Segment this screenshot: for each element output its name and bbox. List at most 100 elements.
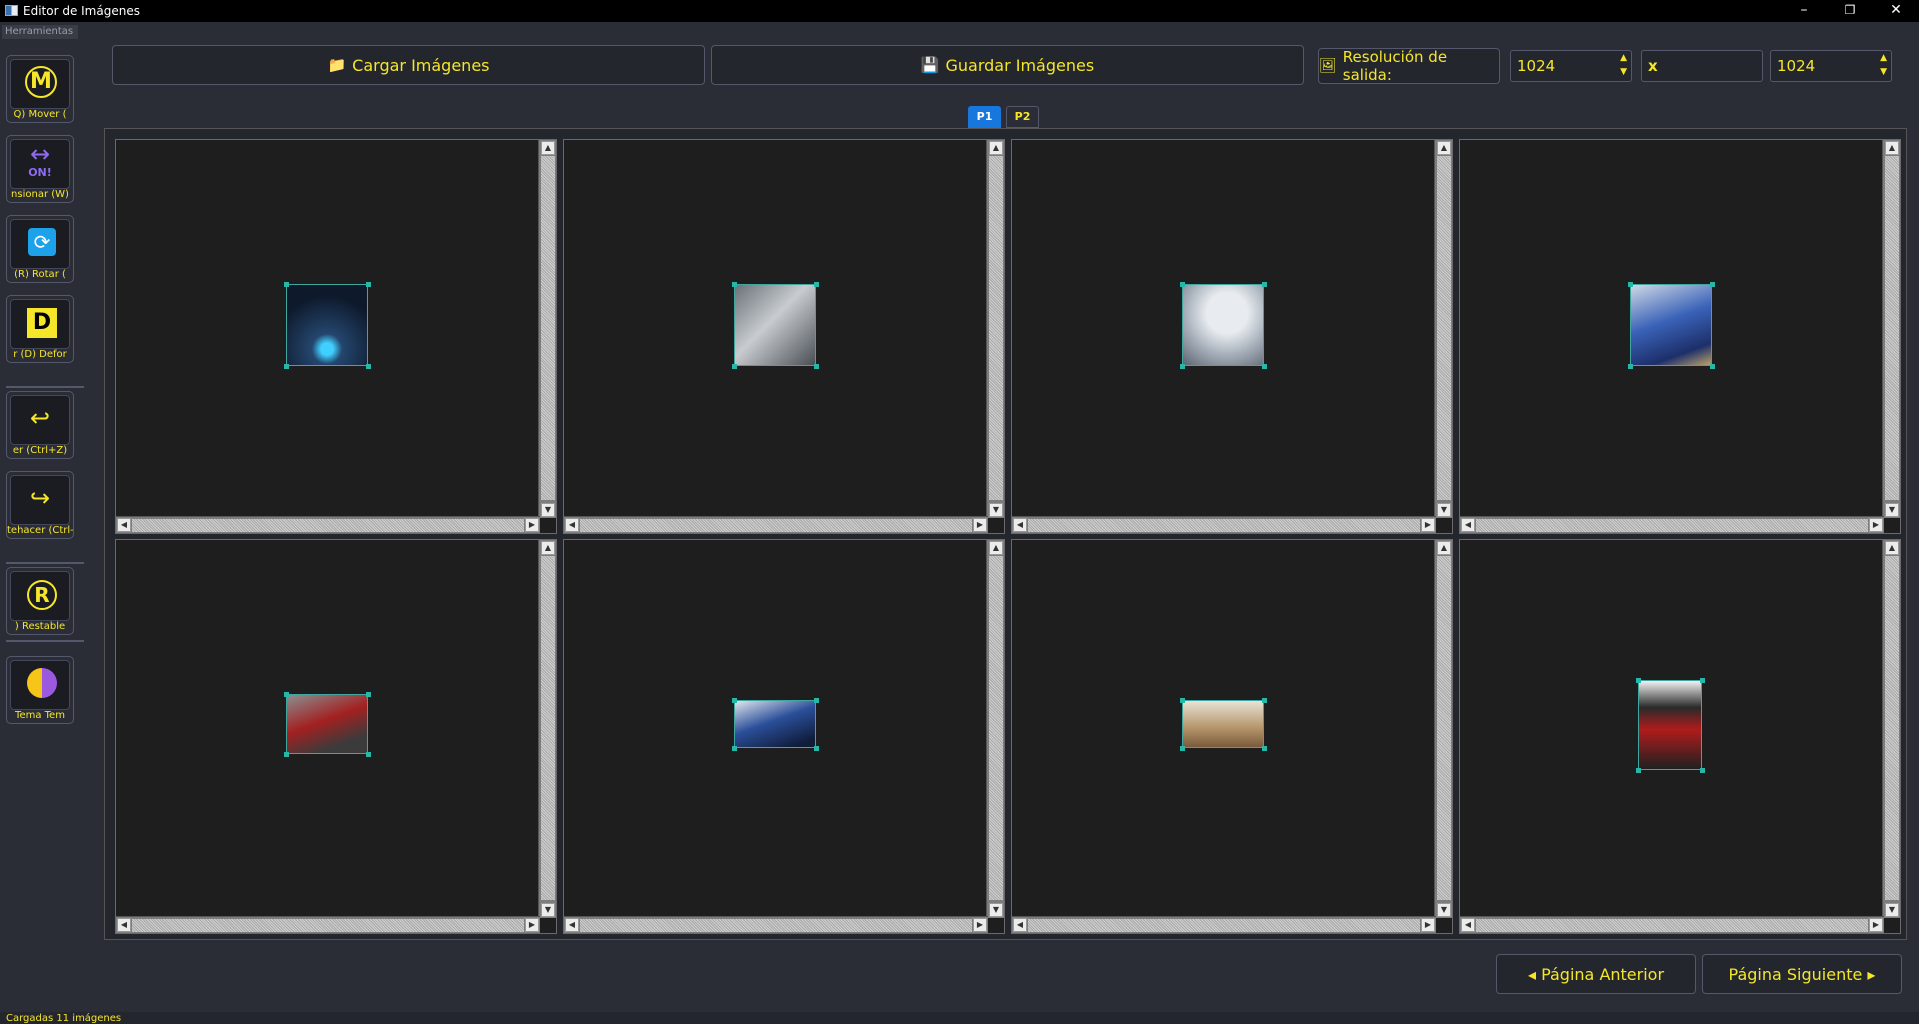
scroll-track[interactable]: [1476, 519, 1868, 532]
scroll-left-icon[interactable]: ◀: [1013, 518, 1027, 532]
tab-p1[interactable]: P1: [968, 106, 1001, 128]
scroll-left-icon[interactable]: ◀: [565, 518, 579, 532]
corner-handle[interactable]: [1700, 678, 1705, 683]
corner-handle[interactable]: [1636, 678, 1641, 683]
scroll-track[interactable]: [1437, 156, 1451, 500]
scroll-left-icon[interactable]: ◀: [1013, 918, 1027, 932]
corner-handle[interactable]: [1262, 282, 1267, 287]
vertical-scrollbar[interactable]: ▲ ▼: [1882, 540, 1900, 918]
corner-handle[interactable]: [1636, 768, 1641, 773]
scroll-track[interactable]: [580, 919, 972, 932]
scroll-up-icon[interactable]: ▲: [989, 541, 1003, 555]
resize-tool-button[interactable]: ↔ ON! nsionar (W): [6, 135, 74, 203]
robot-number-2-image[interactable]: [732, 282, 819, 369]
horizontal-scrollbar[interactable]: ◀ ▶: [564, 516, 988, 533]
scroll-track[interactable]: [1885, 156, 1899, 500]
horizontal-scrollbar[interactable]: ◀ ▶: [1012, 916, 1436, 933]
image-cell-7[interactable]: ▲ ▼ ◀ ▶: [1011, 539, 1453, 934]
save-images-button[interactable]: 💾 Guardar Imágenes: [711, 45, 1304, 85]
corner-handle[interactable]: [732, 698, 737, 703]
scroll-right-icon[interactable]: ▶: [525, 918, 539, 932]
scroll-down-icon[interactable]: ▼: [1885, 903, 1899, 917]
scroll-right-icon[interactable]: ▶: [1421, 518, 1435, 532]
scroll-track[interactable]: [1885, 556, 1899, 900]
scroll-down-icon[interactable]: ▼: [1885, 503, 1899, 517]
minimize-button[interactable]: –: [1781, 0, 1827, 22]
undo-button[interactable]: ↩ er (Ctrl+Z): [6, 391, 74, 459]
image-cell-3[interactable]: ▲ ▼ ◀ ▶: [1011, 139, 1453, 534]
scroll-left-icon[interactable]: ◀: [117, 918, 131, 932]
scroll-track[interactable]: [132, 519, 524, 532]
scroll-track[interactable]: [1028, 919, 1420, 932]
corner-handle[interactable]: [1262, 746, 1267, 751]
corner-handle[interactable]: [1628, 364, 1633, 369]
scroll-left-icon[interactable]: ◀: [1461, 918, 1475, 932]
scroll-down-icon[interactable]: ▼: [541, 903, 555, 917]
corner-handle[interactable]: [366, 364, 371, 369]
width-up-arrow-icon[interactable]: ▲: [1620, 53, 1627, 63]
restore-button[interactable]: ❐: [1827, 0, 1873, 22]
scroll-left-icon[interactable]: ◀: [117, 518, 131, 532]
next-page-button[interactable]: Página Siguiente ▸: [1702, 954, 1902, 994]
width-down-arrow-icon[interactable]: ▼: [1620, 67, 1627, 77]
corner-handle[interactable]: [814, 698, 819, 703]
corner-handle[interactable]: [1628, 282, 1633, 287]
horizontal-scrollbar[interactable]: ◀ ▶: [1460, 516, 1884, 533]
corner-handle[interactable]: [284, 364, 289, 369]
load-images-button[interactable]: 📁 Cargar Imágenes: [112, 45, 705, 85]
cyborg-portrait-1-image[interactable]: [284, 282, 371, 369]
robot-number-1-image[interactable]: [1180, 282, 1267, 369]
vertical-scrollbar[interactable]: ▲ ▼: [1434, 540, 1452, 918]
scroll-track[interactable]: [541, 156, 555, 500]
blue-mech-dragon-image[interactable]: [1628, 282, 1715, 369]
corner-handle[interactable]: [1180, 746, 1185, 751]
move-tool-button[interactable]: M Q) Mover (: [6, 55, 74, 123]
theme-button[interactable]: Tema Tem: [6, 656, 74, 724]
height-down-arrow-icon[interactable]: ▼: [1880, 67, 1887, 77]
horizontal-scrollbar[interactable]: ◀ ▶: [564, 916, 988, 933]
scroll-track[interactable]: [132, 919, 524, 932]
height-up-arrow-icon[interactable]: ▲: [1880, 53, 1887, 63]
scroll-up-icon[interactable]: ▲: [1885, 541, 1899, 555]
scroll-down-icon[interactable]: ▼: [989, 903, 1003, 917]
close-button[interactable]: ✕: [1873, 0, 1919, 22]
corner-handle[interactable]: [284, 752, 289, 757]
corner-handle[interactable]: [366, 752, 371, 757]
scroll-left-icon[interactable]: ◀: [565, 918, 579, 932]
horizontal-scrollbar[interactable]: ◀ ▶: [1460, 916, 1884, 933]
scroll-up-icon[interactable]: ▲: [1437, 141, 1451, 155]
scroll-track[interactable]: [989, 556, 1003, 900]
scroll-up-icon[interactable]: ▲: [1437, 541, 1451, 555]
horizontal-scrollbar[interactable]: ◀ ▶: [116, 516, 540, 533]
corner-handle[interactable]: [1180, 698, 1185, 703]
corner-handle[interactable]: [1262, 364, 1267, 369]
corner-handle[interactable]: [814, 746, 819, 751]
scroll-track[interactable]: [541, 556, 555, 900]
scroll-down-icon[interactable]: ▼: [1437, 503, 1451, 517]
scroll-right-icon[interactable]: ▶: [1421, 918, 1435, 932]
corner-handle[interactable]: [732, 746, 737, 751]
corner-handle[interactable]: [1180, 282, 1185, 287]
scroll-up-icon[interactable]: ▲: [541, 541, 555, 555]
vertical-scrollbar[interactable]: ▲ ▼: [1434, 140, 1452, 518]
scroll-track[interactable]: [1476, 919, 1868, 932]
scroll-track[interactable]: [1437, 556, 1451, 900]
height-spinbox[interactable]: 1024 ▲ ▼: [1770, 50, 1892, 82]
redo-button[interactable]: ↪ tehacer (Ctrl-: [6, 471, 74, 539]
vertical-scrollbar[interactable]: ▲ ▼: [538, 540, 556, 918]
corner-handle[interactable]: [284, 282, 289, 287]
horizontal-scrollbar[interactable]: ◀ ▶: [116, 916, 540, 933]
image-cell-8[interactable]: ▲ ▼ ◀ ▶: [1459, 539, 1901, 934]
blue-mech-beast-image[interactable]: [732, 698, 819, 751]
corner-handle[interactable]: [732, 282, 737, 287]
rotate-tool-button[interactable]: ⟳ (R) Rotar (: [6, 215, 74, 283]
vertical-scrollbar[interactable]: ▲ ▼: [538, 140, 556, 518]
width-spinbox[interactable]: 1024 ▲ ▼: [1510, 50, 1632, 82]
horizontal-scrollbar[interactable]: ◀ ▶: [1012, 516, 1436, 533]
scroll-right-icon[interactable]: ▶: [973, 518, 987, 532]
scroll-right-icon[interactable]: ▶: [525, 518, 539, 532]
scroll-left-icon[interactable]: ◀: [1461, 518, 1475, 532]
red-mech-dragon-image[interactable]: [284, 692, 371, 757]
corner-handle[interactable]: [284, 692, 289, 697]
image-cell-4[interactable]: ▲ ▼ ◀ ▶: [1459, 139, 1901, 534]
